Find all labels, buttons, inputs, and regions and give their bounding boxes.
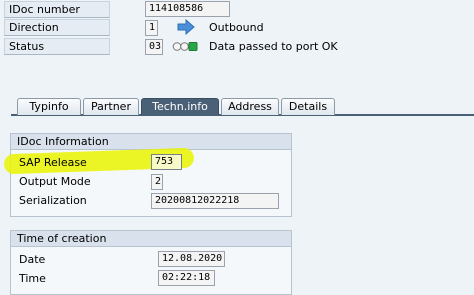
time-of-creation-title: Time of creation <box>11 231 291 247</box>
date-label: Date <box>19 253 46 266</box>
tab-partner[interactable]: Partner <box>83 98 139 115</box>
direction-field[interactable]: 1 <box>145 20 158 36</box>
tab-typinfo[interactable]: Typinfo <box>17 98 81 115</box>
time-label: Time <box>19 272 46 285</box>
traffic-light-icon <box>172 41 198 52</box>
status-field[interactable]: 03 <box>145 39 163 55</box>
idoc-number-label: IDoc number <box>4 1 110 18</box>
idoc-information-title: IDoc Information <box>11 134 291 150</box>
time-of-creation-group: Time of creation <box>10 230 292 295</box>
date-field[interactable]: 12.08.2020 <box>158 251 225 267</box>
tab-techn-info[interactable]: Techn.info <box>141 98 219 115</box>
right-arrow-icon <box>176 18 196 36</box>
serialization-label: Serialization <box>19 194 87 207</box>
sap-release-label: SAP Release <box>19 156 87 169</box>
output-mode-field[interactable]: 2 <box>151 174 163 190</box>
direction-text: Outbound <box>209 21 264 34</box>
time-field[interactable]: 02:22:18 <box>158 270 215 286</box>
serialization-field[interactable]: 20200812022218 <box>151 193 279 209</box>
status-label: Status <box>4 38 110 55</box>
status-text: Data passed to port OK <box>209 40 338 53</box>
idoc-number-field[interactable]: 114108586 <box>145 1 230 17</box>
tab-details[interactable]: Details <box>281 98 335 115</box>
output-mode-label: Output Mode <box>19 175 91 188</box>
tab-address[interactable]: Address <box>221 98 279 115</box>
direction-label: Direction <box>4 19 110 36</box>
sap-release-field[interactable]: 753 <box>151 154 182 170</box>
